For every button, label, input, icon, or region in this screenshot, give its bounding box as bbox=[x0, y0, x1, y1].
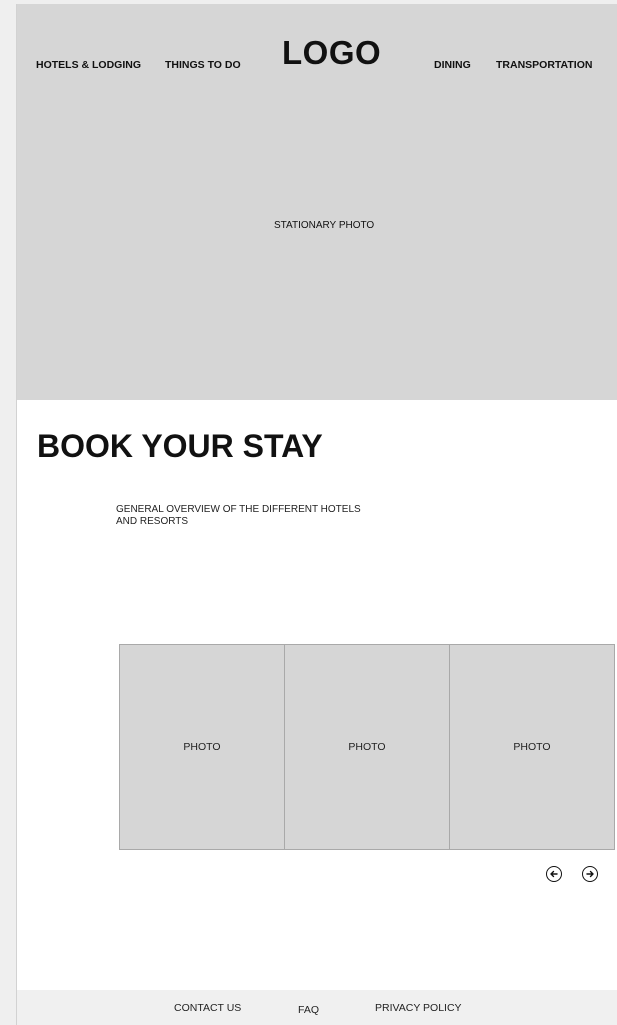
photo-carousel: PHOTO PHOTO PHOTO bbox=[119, 644, 617, 850]
site-footer: CONTACT US FAQ PRIVACY POLICY bbox=[17, 990, 617, 1025]
carousel-prev-button[interactable] bbox=[546, 866, 562, 882]
photo-label: PHOTO bbox=[183, 741, 221, 753]
carousel-photo-3[interactable]: PHOTO bbox=[449, 644, 615, 850]
nav-dining[interactable]: DINING bbox=[434, 59, 471, 71]
nav-hotels-lodging[interactable]: HOTELS & LODGING bbox=[36, 59, 141, 71]
nav-things-to-do[interactable]: THINGS TO DO bbox=[165, 59, 241, 71]
hero-section: HOTELS & LODGING THINGS TO DO LOGO DININ… bbox=[17, 4, 617, 400]
nav-transportation[interactable]: TRANSPORTATION bbox=[496, 59, 592, 71]
footer-contact-us[interactable]: CONTACT US bbox=[174, 1002, 241, 1014]
page-canvas: HOTELS & LODGING THINGS TO DO LOGO DININ… bbox=[16, 4, 617, 1025]
carousel-photo-1[interactable]: PHOTO bbox=[119, 644, 285, 850]
hotels-overview-text: GENERAL OVERVIEW OF THE DIFFERENT HOTELS… bbox=[116, 504, 406, 528]
hero-photo-placeholder: STATIONARY PHOTO bbox=[274, 220, 375, 231]
arrow-right-circle-icon bbox=[586, 870, 594, 878]
photo-label: PHOTO bbox=[513, 741, 551, 753]
footer-faq[interactable]: FAQ bbox=[298, 1004, 319, 1016]
carousel-photo-2[interactable]: PHOTO bbox=[284, 644, 450, 850]
overview-line-1: GENERAL OVERVIEW OF THE DIFFERENT HOTELS bbox=[116, 504, 361, 515]
section-title: BOOK YOUR STAY bbox=[37, 428, 323, 464]
arrow-left-circle-icon bbox=[550, 870, 558, 878]
carousel-next-button[interactable] bbox=[582, 866, 598, 882]
footer-privacy-policy[interactable]: PRIVACY POLICY bbox=[375, 1002, 462, 1014]
site-logo[interactable]: LOGO bbox=[282, 34, 381, 72]
photo-label: PHOTO bbox=[348, 741, 386, 753]
overview-line-2: AND RESORTS bbox=[116, 516, 189, 527]
